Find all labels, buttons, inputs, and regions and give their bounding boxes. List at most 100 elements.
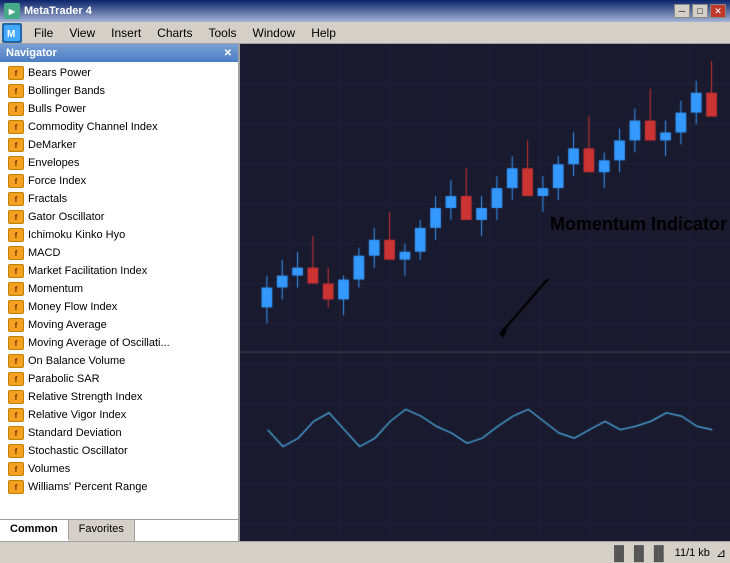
resize-grip: ⊿: [716, 546, 726, 560]
nav-item[interactable]: f Bulls Power: [0, 100, 238, 118]
nav-item-icon: f: [8, 426, 24, 440]
nav-item[interactable]: f On Balance Volume: [0, 352, 238, 370]
close-button[interactable]: ✕: [710, 4, 726, 18]
nav-item[interactable]: f Bears Power: [0, 64, 238, 82]
nav-item[interactable]: f Parabolic SAR: [0, 370, 238, 388]
nav-item-label: Parabolic SAR: [28, 373, 100, 385]
menu-tools[interactable]: Tools: [201, 24, 245, 42]
menu-view[interactable]: View: [61, 24, 103, 42]
main-content: Navigator ✕ f Bears Power f Bollinger Bands…: [0, 44, 730, 541]
nav-item-icon: f: [8, 84, 24, 98]
nav-item[interactable]: f Money Flow Index: [0, 298, 238, 316]
nav-item[interactable]: f Fractals: [0, 190, 238, 208]
tab-favorites[interactable]: Favorites: [69, 520, 135, 541]
nav-item-label: Stochastic Oscillator: [28, 445, 128, 457]
nav-item-label: Bulls Power: [28, 103, 86, 115]
navigator-title-bar: Navigator ✕: [0, 44, 238, 62]
nav-item[interactable]: f Commodity Channel Index: [0, 118, 238, 136]
nav-item[interactable]: f Moving Average of Oscillati...: [0, 334, 238, 352]
nav-item-icon: f: [8, 480, 24, 494]
nav-item-label: Moving Average: [28, 319, 107, 331]
nav-item-icon: f: [8, 210, 24, 224]
nav-item-label: Envelopes: [28, 157, 79, 169]
nav-item[interactable]: f Ichimoku Kinko Hyo: [0, 226, 238, 244]
nav-item-label: Bollinger Bands: [28, 85, 105, 97]
nav-item-label: On Balance Volume: [28, 355, 125, 367]
nav-item-icon: f: [8, 444, 24, 458]
chart-info: 11/1 kb: [675, 547, 710, 559]
nav-item-icon: f: [8, 102, 24, 116]
price-chart: [240, 44, 730, 541]
nav-item[interactable]: f Volumes: [0, 460, 238, 478]
nav-item-label: Williams' Percent Range: [28, 481, 147, 493]
nav-item-icon: f: [8, 390, 24, 404]
nav-item[interactable]: f DeMarker: [0, 136, 238, 154]
nav-item-icon: f: [8, 372, 24, 386]
navigator-list[interactable]: f Bears Power f Bollinger Bands f Bulls Power…: [0, 62, 238, 519]
menu-window[interactable]: Window: [245, 24, 304, 42]
status-bar: ▐▌▐▌▐▌ 11/1 kb ⊿: [0, 541, 730, 563]
nav-item[interactable]: f MACD: [0, 244, 238, 262]
svg-text:M: M: [7, 29, 15, 40]
nav-item-label: Commodity Channel Index: [28, 121, 158, 133]
nav-item-label: MACD: [28, 247, 60, 259]
menu-file[interactable]: File: [26, 24, 61, 42]
menu-bar: M File View Insert Charts Tools Window H…: [0, 22, 730, 44]
nav-item-label: Gator Oscillator: [28, 211, 104, 223]
nav-item-label: Money Flow Index: [28, 301, 117, 313]
app-title: MetaTrader 4: [24, 5, 92, 17]
nav-item-icon: f: [8, 66, 24, 80]
navigator-tabs: Common Favorites: [0, 519, 238, 541]
nav-item-label: Ichimoku Kinko Hyo: [28, 229, 125, 241]
app-logo: M: [2, 23, 22, 43]
nav-item[interactable]: f Relative Vigor Index: [0, 406, 238, 424]
nav-item-icon: f: [8, 300, 24, 314]
nav-item-label: Bears Power: [28, 67, 91, 79]
nav-item[interactable]: f Bollinger Bands: [0, 82, 238, 100]
title-bar-buttons: ─ □ ✕: [674, 4, 726, 18]
nav-item[interactable]: fEnvelopes: [0, 154, 238, 172]
minimize-button[interactable]: ─: [674, 4, 690, 18]
nav-item-label: Relative Vigor Index: [28, 409, 126, 421]
nav-item-label: Relative Strength Index: [28, 391, 142, 403]
nav-item[interactable]: fMarket Facilitation Index: [0, 262, 238, 280]
nav-item-label: Moving Average of Oscillati...: [28, 337, 170, 349]
nav-item-icon: f: [8, 228, 24, 242]
menu-charts[interactable]: Charts: [149, 24, 200, 42]
nav-item-icon: f: [8, 138, 24, 152]
nav-item[interactable]: f Williams' Percent Range: [0, 478, 238, 496]
nav-item-label: Standard Deviation: [28, 427, 122, 439]
nav-item-label: Fractals: [28, 193, 67, 205]
nav-item-icon: f: [8, 282, 24, 296]
chart-area[interactable]: ─ □ ✕ Momentum Indicator: [240, 44, 730, 541]
navigator-close-button[interactable]: ✕: [224, 48, 232, 59]
nav-item-icon: f: [8, 246, 24, 260]
nav-item[interactable]: f Stochastic Oscillator: [0, 442, 238, 460]
nav-item[interactable]: f Force Index: [0, 172, 238, 190]
status-right: ▐▌▐▌▐▌ 11/1 kb ⊿: [609, 545, 726, 561]
nav-item[interactable]: fMomentum: [0, 280, 238, 298]
nav-item-icon: f: [8, 462, 24, 476]
nav-item[interactable]: f Relative Strength Index: [0, 388, 238, 406]
app-icon: ▶: [4, 3, 20, 19]
nav-item[interactable]: f Gator Oscillator: [0, 208, 238, 226]
nav-item-label: DeMarker: [28, 139, 76, 151]
nav-item-icon: f: [8, 408, 24, 422]
nav-item[interactable]: f Moving Average: [0, 316, 238, 334]
nav-item-icon: f: [8, 336, 24, 350]
tab-common[interactable]: Common: [0, 520, 69, 541]
nav-item-icon: f: [8, 174, 24, 188]
nav-item-icon: f: [8, 192, 24, 206]
maximize-button[interactable]: □: [692, 4, 708, 18]
chart-status-icon: ▐▌▐▌▐▌: [609, 545, 669, 561]
nav-item[interactable]: f Standard Deviation: [0, 424, 238, 442]
nav-item-icon: f: [8, 120, 24, 134]
nav-item-label: Volumes: [28, 463, 70, 475]
menu-insert[interactable]: Insert: [103, 24, 149, 42]
navigator-panel: Navigator ✕ f Bears Power f Bollinger Bands…: [0, 44, 240, 541]
nav-item-icon: f: [8, 354, 24, 368]
nav-item-label: Force Index: [28, 175, 86, 187]
chart-canvas-area: Momentum Indicator: [240, 44, 730, 541]
nav-item-icon: f: [8, 318, 24, 332]
menu-help[interactable]: Help: [303, 24, 344, 42]
